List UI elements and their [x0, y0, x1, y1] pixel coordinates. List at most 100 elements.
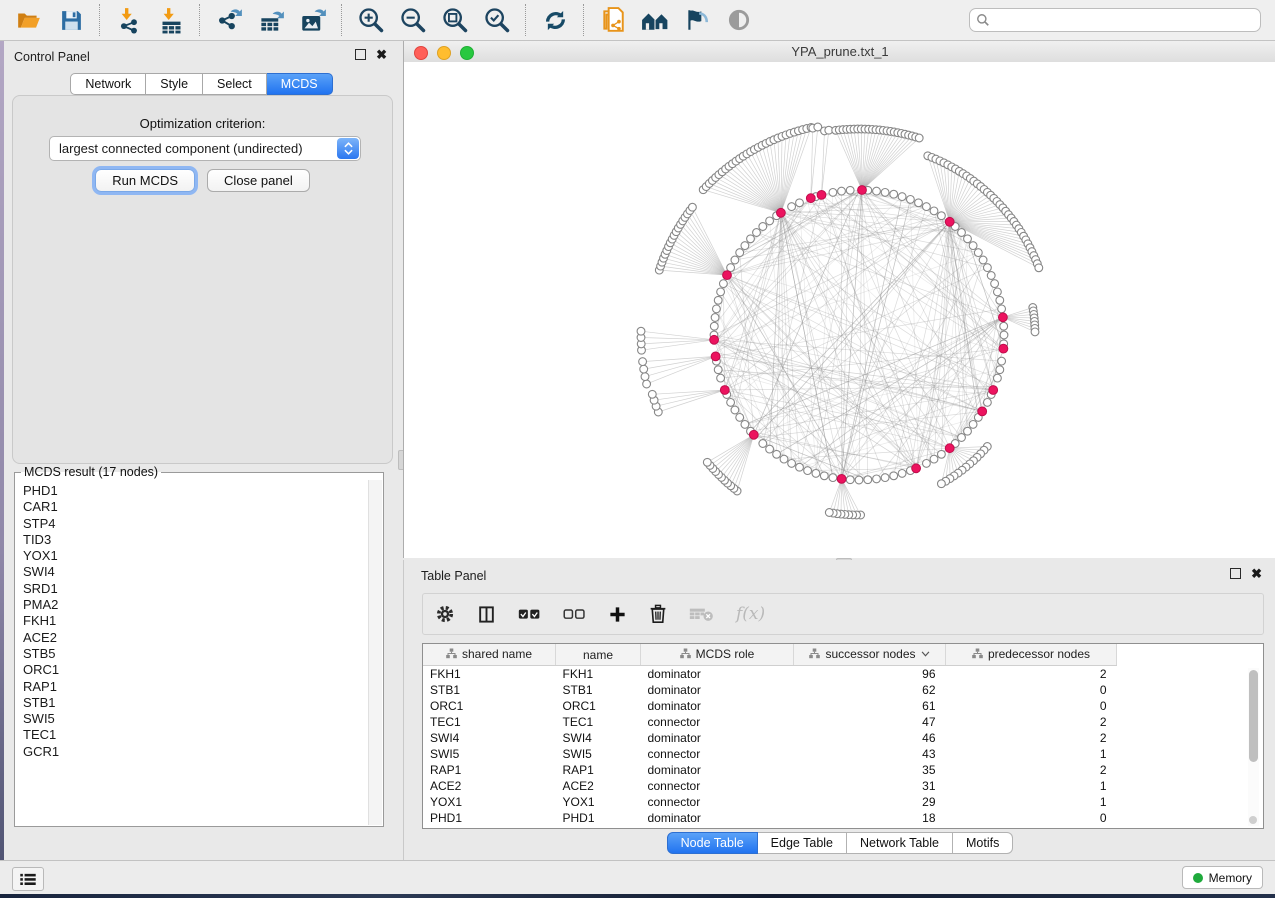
network-node[interactable]	[759, 223, 767, 231]
network-node[interactable]	[987, 272, 995, 280]
table-cell[interactable]: connector	[641, 794, 794, 810]
network-node[interactable]	[780, 455, 788, 463]
network-node[interactable]	[915, 134, 923, 142]
network-node[interactable]	[898, 193, 906, 201]
network-node[interactable]	[727, 399, 735, 407]
network-node[interactable]	[788, 460, 796, 468]
network-canvas[interactable]	[404, 62, 1275, 558]
table-cell[interactable]: 2	[946, 666, 1117, 683]
save-session-icon[interactable]	[55, 4, 87, 36]
network-node[interactable]	[996, 366, 1004, 374]
table-cell[interactable]: RAP1	[423, 762, 556, 778]
network-node[interactable]	[643, 380, 651, 388]
mcds-result-item[interactable]: ACE2	[23, 630, 368, 646]
export-table-icon[interactable]	[255, 4, 287, 36]
table-cell[interactable]: ORC1	[556, 698, 641, 714]
network-node[interactable]	[994, 288, 1002, 296]
float-panel-icon[interactable]	[355, 49, 366, 60]
mcds-result-item[interactable]: YOX1	[23, 548, 368, 564]
close-panel-icon[interactable]: ✖	[376, 50, 387, 59]
run-mcds-button[interactable]: Run MCDS	[95, 169, 195, 192]
network-node[interactable]	[812, 470, 820, 478]
column-header-predecessor-nodes[interactable]: predecessor nodes	[946, 644, 1117, 666]
table-cell[interactable]: 2	[946, 730, 1117, 746]
delete-table-icon[interactable]	[689, 607, 714, 622]
hide-flag-icon[interactable]	[681, 4, 713, 36]
table-cell[interactable]: ACE2	[423, 778, 556, 794]
network-hub-node[interactable]	[720, 386, 729, 395]
network-node[interactable]	[720, 280, 728, 288]
table-cell[interactable]: ACE2	[556, 778, 641, 794]
table-cell[interactable]: 0	[946, 810, 1117, 826]
table-cell[interactable]: PHD1	[556, 810, 641, 826]
table-row[interactable]: STB1STB1dominator620	[423, 682, 1117, 698]
network-node[interactable]	[640, 365, 648, 373]
table-cell[interactable]: 47	[794, 714, 946, 730]
table-cell[interactable]: 61	[794, 698, 946, 714]
mcds-result-item[interactable]: PMA2	[23, 597, 368, 613]
refresh-layout-icon[interactable]	[539, 4, 571, 36]
network-node[interactable]	[994, 374, 1002, 382]
table-row[interactable]: FKH1FKH1dominator962	[423, 666, 1117, 683]
table-cell[interactable]: TEC1	[556, 714, 641, 730]
float-panel-icon[interactable]	[1230, 568, 1241, 579]
network-node[interactable]	[804, 467, 812, 475]
table-cell[interactable]: 31	[794, 778, 946, 794]
network-node[interactable]	[958, 434, 966, 442]
mcds-result-item[interactable]: CAR1	[23, 499, 368, 515]
network-node[interactable]	[964, 427, 972, 435]
table-cell[interactable]: 1	[946, 794, 1117, 810]
network-node[interactable]	[796, 199, 804, 207]
delete-column-trash-icon[interactable]	[649, 604, 667, 624]
network-hub-node[interactable]	[711, 352, 720, 361]
network-node[interactable]	[898, 470, 906, 478]
table-cell[interactable]: 43	[794, 746, 946, 762]
table-cell[interactable]: 2	[946, 762, 1117, 778]
table-cell[interactable]: dominator	[641, 762, 794, 778]
network-node[interactable]	[766, 445, 774, 453]
table-scrollbar-thumb[interactable]	[1249, 670, 1258, 762]
network-node[interactable]	[753, 229, 761, 237]
table-cell[interactable]: dominator	[641, 730, 794, 746]
table-cell[interactable]: 0	[946, 682, 1117, 698]
network-node[interactable]	[838, 187, 846, 195]
network-hub-node[interactable]	[912, 464, 921, 473]
table-cell[interactable]: PHD1	[423, 810, 556, 826]
zoom-selected-icon[interactable]	[481, 4, 513, 36]
table-cell[interactable]: SWI4	[423, 730, 556, 746]
network-node[interactable]	[890, 472, 898, 480]
table-cell[interactable]: 29	[794, 794, 946, 810]
table-row[interactable]: SWI5SWI5connector431	[423, 746, 1117, 762]
table-cell[interactable]: STB1	[556, 682, 641, 698]
tab-select[interactable]: Select	[203, 73, 267, 95]
network-node[interactable]	[938, 480, 946, 488]
network-hub-node[interactable]	[989, 386, 998, 395]
table-cell[interactable]: SWI4	[556, 730, 641, 746]
network-node[interactable]	[637, 327, 645, 335]
column-header-name[interactable]: name	[556, 644, 641, 666]
show-columns-icon[interactable]	[477, 605, 496, 624]
network-node[interactable]	[731, 406, 739, 414]
mcds-result-item[interactable]: STB5	[23, 646, 368, 662]
table-cell[interactable]: TEC1	[423, 714, 556, 730]
table-row[interactable]: SWI4SWI4dominator462	[423, 730, 1117, 746]
table-row[interactable]: TEC1TEC1connector472	[423, 714, 1117, 730]
table-row[interactable]: ORC1ORC1dominator610	[423, 698, 1117, 714]
network-node[interactable]	[714, 366, 722, 374]
mcds-result-item[interactable]: FKH1	[23, 613, 368, 629]
network-node[interactable]	[714, 296, 722, 304]
tab-style[interactable]: Style	[146, 73, 203, 95]
column-header-MCDS-role[interactable]: MCDS role	[641, 644, 794, 666]
network-node[interactable]	[923, 203, 931, 211]
network-hub-node[interactable]	[749, 430, 758, 439]
network-node[interactable]	[648, 390, 656, 398]
network-node[interactable]	[984, 264, 992, 272]
table-cell[interactable]: 2	[946, 714, 1117, 730]
network-hub-node[interactable]	[945, 217, 954, 226]
mcds-result-item[interactable]: SWI5	[23, 711, 368, 727]
table-cell[interactable]: 35	[794, 762, 946, 778]
table-cell[interactable]: dominator	[641, 698, 794, 714]
network-node[interactable]	[736, 249, 744, 257]
open-session-icon[interactable]	[13, 4, 45, 36]
network-window-titlebar[interactable]: YPA_prune.txt_1	[404, 41, 1275, 63]
